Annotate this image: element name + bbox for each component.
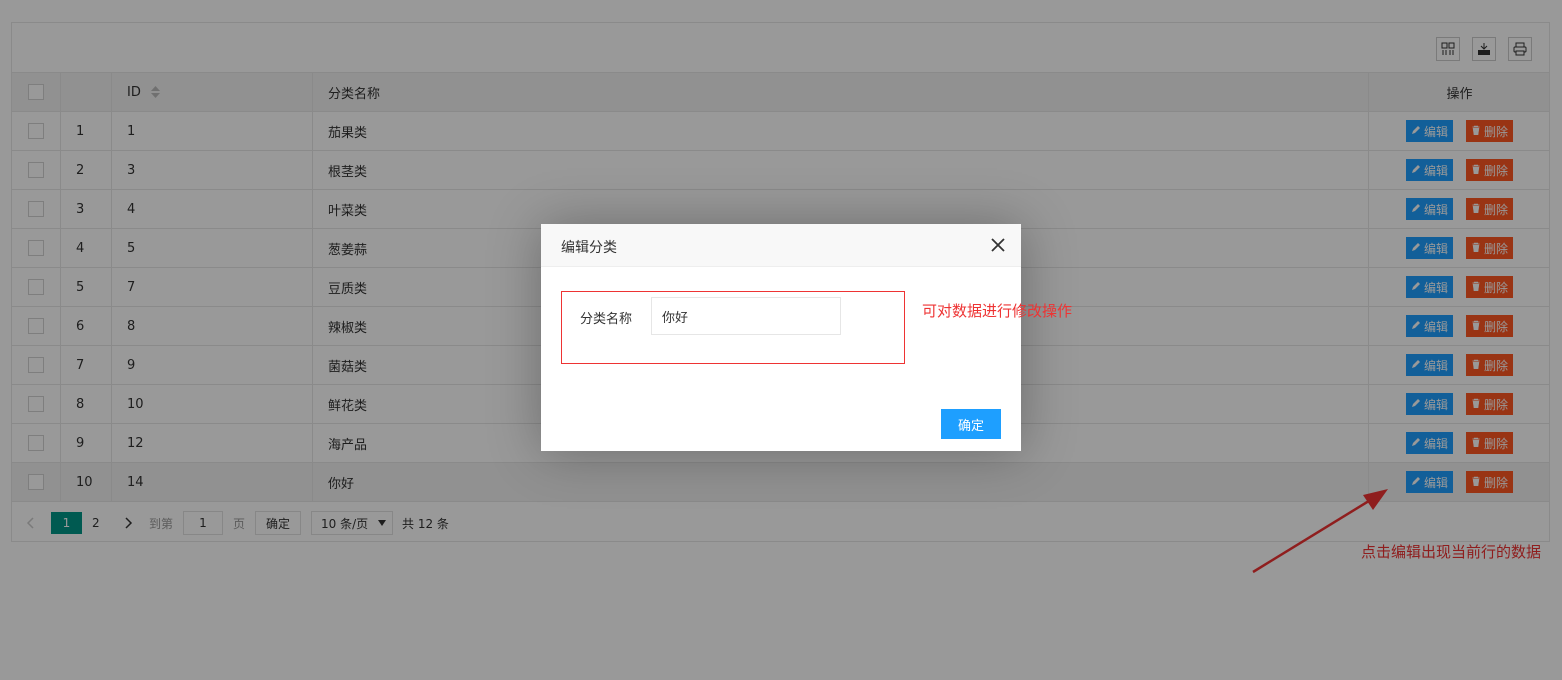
modal-annotation: 可对数据进行修改操作 (922, 302, 1073, 320)
close-icon[interactable] (991, 238, 1005, 252)
confirm-button[interactable]: 确定 (941, 409, 1001, 439)
category-name-input[interactable] (651, 297, 841, 335)
category-name-label: 分类名称 (580, 312, 633, 327)
dialog-header: 编辑分类 (541, 224, 1021, 267)
dialog-title: 编辑分类 (561, 240, 617, 256)
edit-category-dialog: 编辑分类 分类名称 确定 (541, 224, 1021, 451)
